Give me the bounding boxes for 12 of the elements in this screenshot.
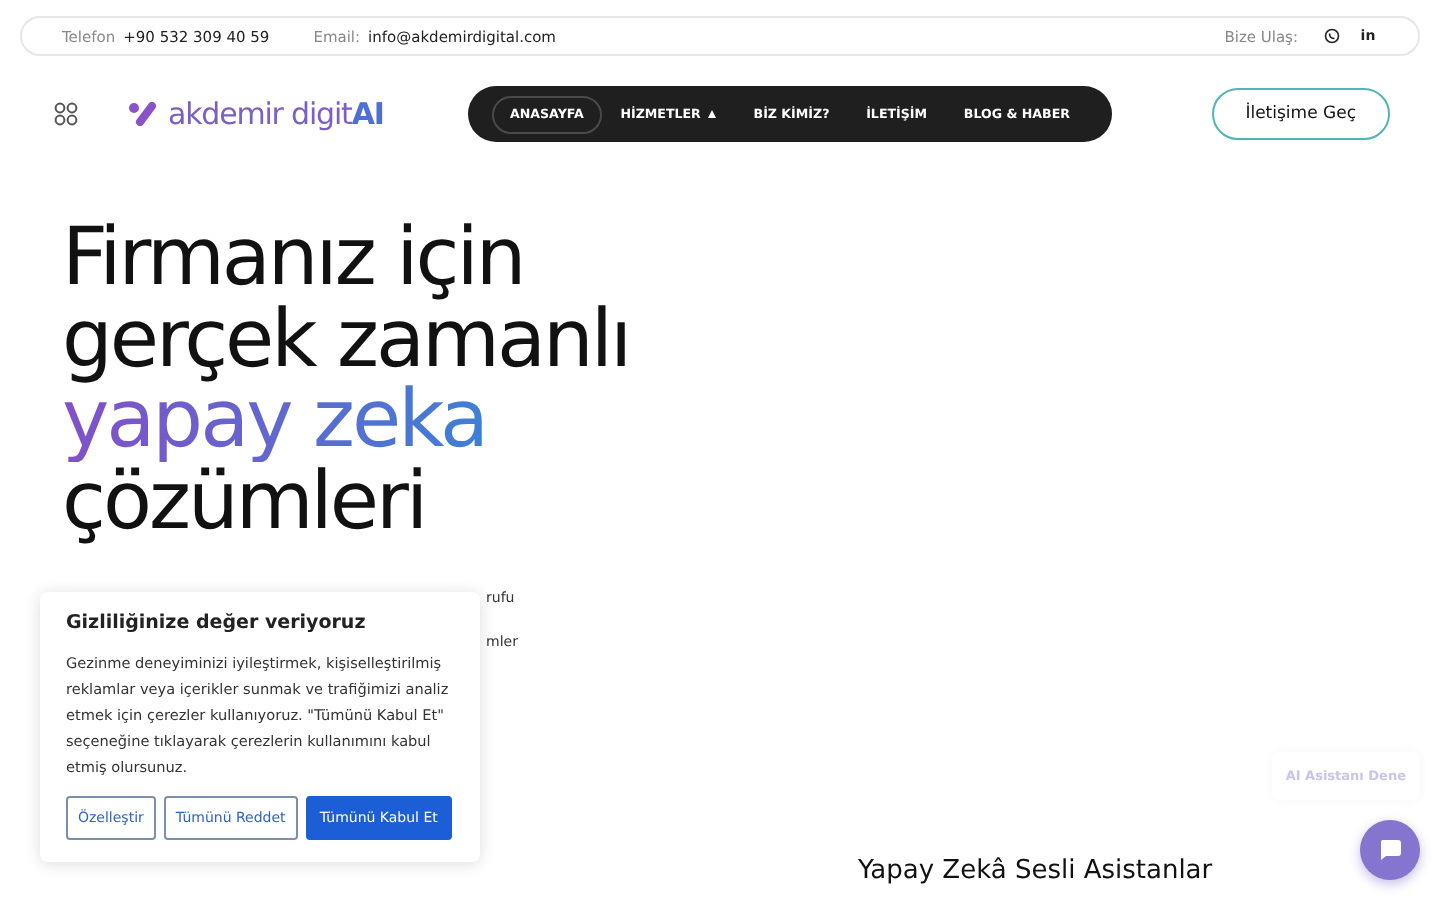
hero-title-line: çözümleri [62,461,426,542]
hero-title-line: Firmanız için [62,218,524,299]
caret-icon [708,110,717,118]
phone-bubble-icon[interactable] [1322,26,1342,46]
grid-menu-icon[interactable] [54,102,78,126]
section-heading: Yapay Zekâ Sesli Asistanlar [858,856,1213,886]
hero-title-line: gerçek zamanlı [62,299,630,380]
chat-icon [1378,838,1402,862]
logo[interactable]: akdemir digitAI [128,96,416,132]
contact-button[interactable]: İletişime Geç [1211,88,1390,140]
banner-title: Gizliliğinize değer veriyoruz [66,612,368,634]
chat-button[interactable] [1360,820,1420,880]
